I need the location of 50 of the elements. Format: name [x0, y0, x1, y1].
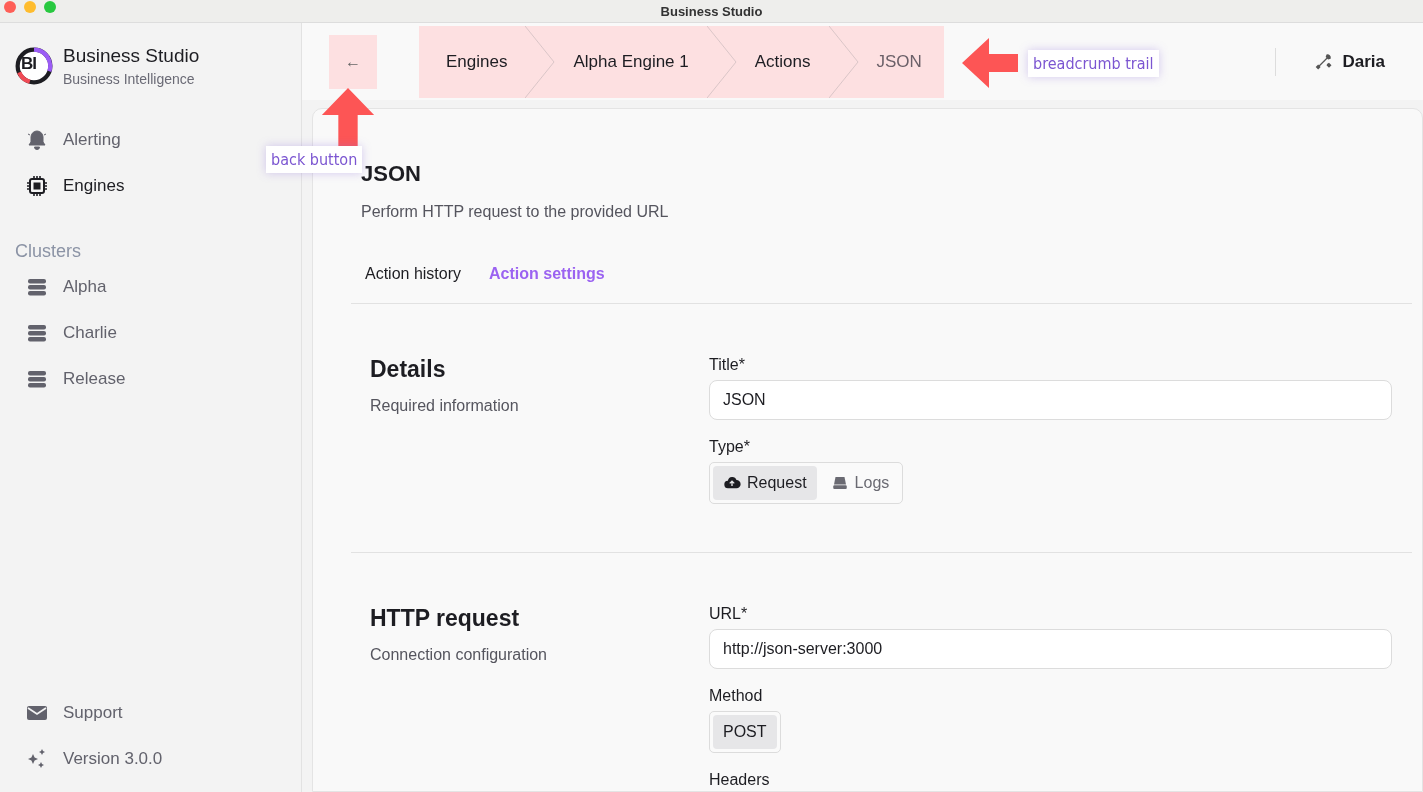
- annotation-label: breadcrumb trail: [1028, 49, 1159, 77]
- section-title: Details: [370, 356, 447, 383]
- page-title: JSON: [361, 161, 422, 187]
- logo-icon: [15, 47, 53, 85]
- page-description: Perform HTTP request to the provided URL: [361, 203, 670, 221]
- chevron-separator-icon: [525, 25, 556, 98]
- tab[interactable]: Action history: [365, 265, 462, 283]
- app-name: Business Studio: [63, 45, 200, 67]
- field-label: URL*: [709, 605, 749, 623]
- breadcrumb-link[interactable]: Engines: [446, 25, 526, 98]
- input-field[interactable]: JSON: [709, 380, 1392, 420]
- nav-item[interactable]: Engines: [25, 173, 125, 199]
- cluster-item[interactable]: Release: [25, 366, 126, 392]
- minimize-window-button[interactable]: [24, 1, 36, 13]
- breadcrumb-link[interactable]: Actions: [754, 25, 829, 98]
- cluster-item[interactable]: Alpha: [25, 274, 107, 300]
- chevron-separator-icon: [828, 25, 859, 98]
- field-label: Headers: [709, 771, 771, 789]
- section-title: HTTP request: [370, 605, 521, 632]
- input-field[interactable]: http://json-server:3000: [709, 629, 1392, 669]
- logo-text: BI: [21, 54, 36, 74]
- close-window-button[interactable]: [4, 1, 16, 13]
- drive-icon: [830, 474, 849, 492]
- chevron-separator-icon: [706, 25, 737, 98]
- annotation-label: back button: [266, 146, 363, 173]
- breadcrumb-link[interactable]: JSON: [876, 25, 944, 98]
- field-label: Title*: [709, 356, 746, 374]
- arrow-annotation: [962, 38, 1018, 88]
- segment-option[interactable]: POST: [713, 715, 777, 749]
- segment-option[interactable]: Logs: [820, 466, 900, 500]
- back-button[interactable]: ←: [329, 34, 377, 89]
- footer-nav-item[interactable]: Version 3.0.0: [25, 746, 163, 772]
- app-subtitle: Business Intelligence: [63, 71, 196, 87]
- tab[interactable]: Action settings: [489, 265, 605, 283]
- cluster-item[interactable]: Charlie: [25, 320, 117, 346]
- chip-icon: [25, 174, 49, 198]
- footer-nav-item[interactable]: Support: [25, 700, 123, 726]
- breadcrumb-link[interactable]: Alpha Engine 1: [573, 25, 707, 98]
- section-subtitle: Required information: [370, 397, 520, 415]
- bell-icon: [25, 128, 49, 152]
- user-menu-button[interactable]: Daria: [1308, 50, 1391, 73]
- field-label: Type*: [709, 438, 751, 456]
- section-heading: Clusters: [15, 241, 82, 262]
- zoom-window-button[interactable]: [44, 1, 56, 13]
- section-subtitle: Connection configuration: [370, 646, 548, 664]
- segment-option[interactable]: Request: [713, 466, 817, 500]
- arrow-annotation: [321, 88, 376, 146]
- window-title: Business Studio: [660, 3, 763, 19]
- nav-item[interactable]: Alerting: [25, 127, 121, 153]
- field-label: Method: [709, 687, 764, 705]
